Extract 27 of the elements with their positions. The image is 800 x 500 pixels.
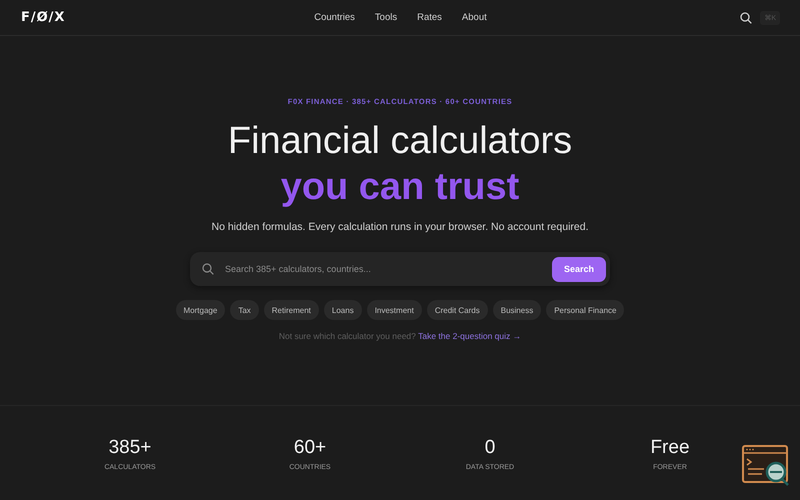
headline-accent: you can trust (280, 165, 520, 209)
category-chip[interactable]: Business (492, 300, 542, 320)
nav-link[interactable]: Rates (417, 12, 442, 23)
category-chip[interactable]: Personal Finance (546, 300, 624, 320)
stat-value: 385+ (108, 437, 152, 459)
stat-value: Free (650, 437, 690, 459)
nav-link[interactable]: Tools (374, 12, 398, 23)
subtitle: No hidden formulas. Every calculation runs in your browser. No account required. (211, 221, 589, 233)
category-chip[interactable]: Retirement (264, 300, 319, 320)
category-chip[interactable]: Loans (324, 300, 362, 320)
category-chip[interactable]: Investment (366, 300, 422, 320)
category-chip[interactable]: Tax (230, 300, 259, 320)
logo[interactable]: F/Ø/X (21, 10, 121, 25)
nav-link[interactable]: Countries (314, 12, 355, 23)
code-search-icon[interactable] (742, 445, 790, 487)
category-chip[interactable]: Credit Cards (426, 300, 488, 320)
quiz-link[interactable]: Take the 2-question quiz → (418, 331, 522, 341)
search-icon (202, 263, 214, 275)
nav-link[interactable]: About (462, 12, 487, 23)
category-chip[interactable]: Mortgage (176, 300, 226, 320)
stat-value: 60+ (294, 437, 326, 459)
search-button[interactable]: Search (552, 256, 606, 282)
stat-value: 0 (484, 437, 496, 459)
search-field[interactable]: Search 385+ calculators, countries... Search (190, 252, 610, 286)
quiz-prompt: Not sure which calculator you need? (278, 331, 416, 341)
headline: Financial calculators (228, 119, 572, 163)
search-icon[interactable] (740, 12, 752, 24)
